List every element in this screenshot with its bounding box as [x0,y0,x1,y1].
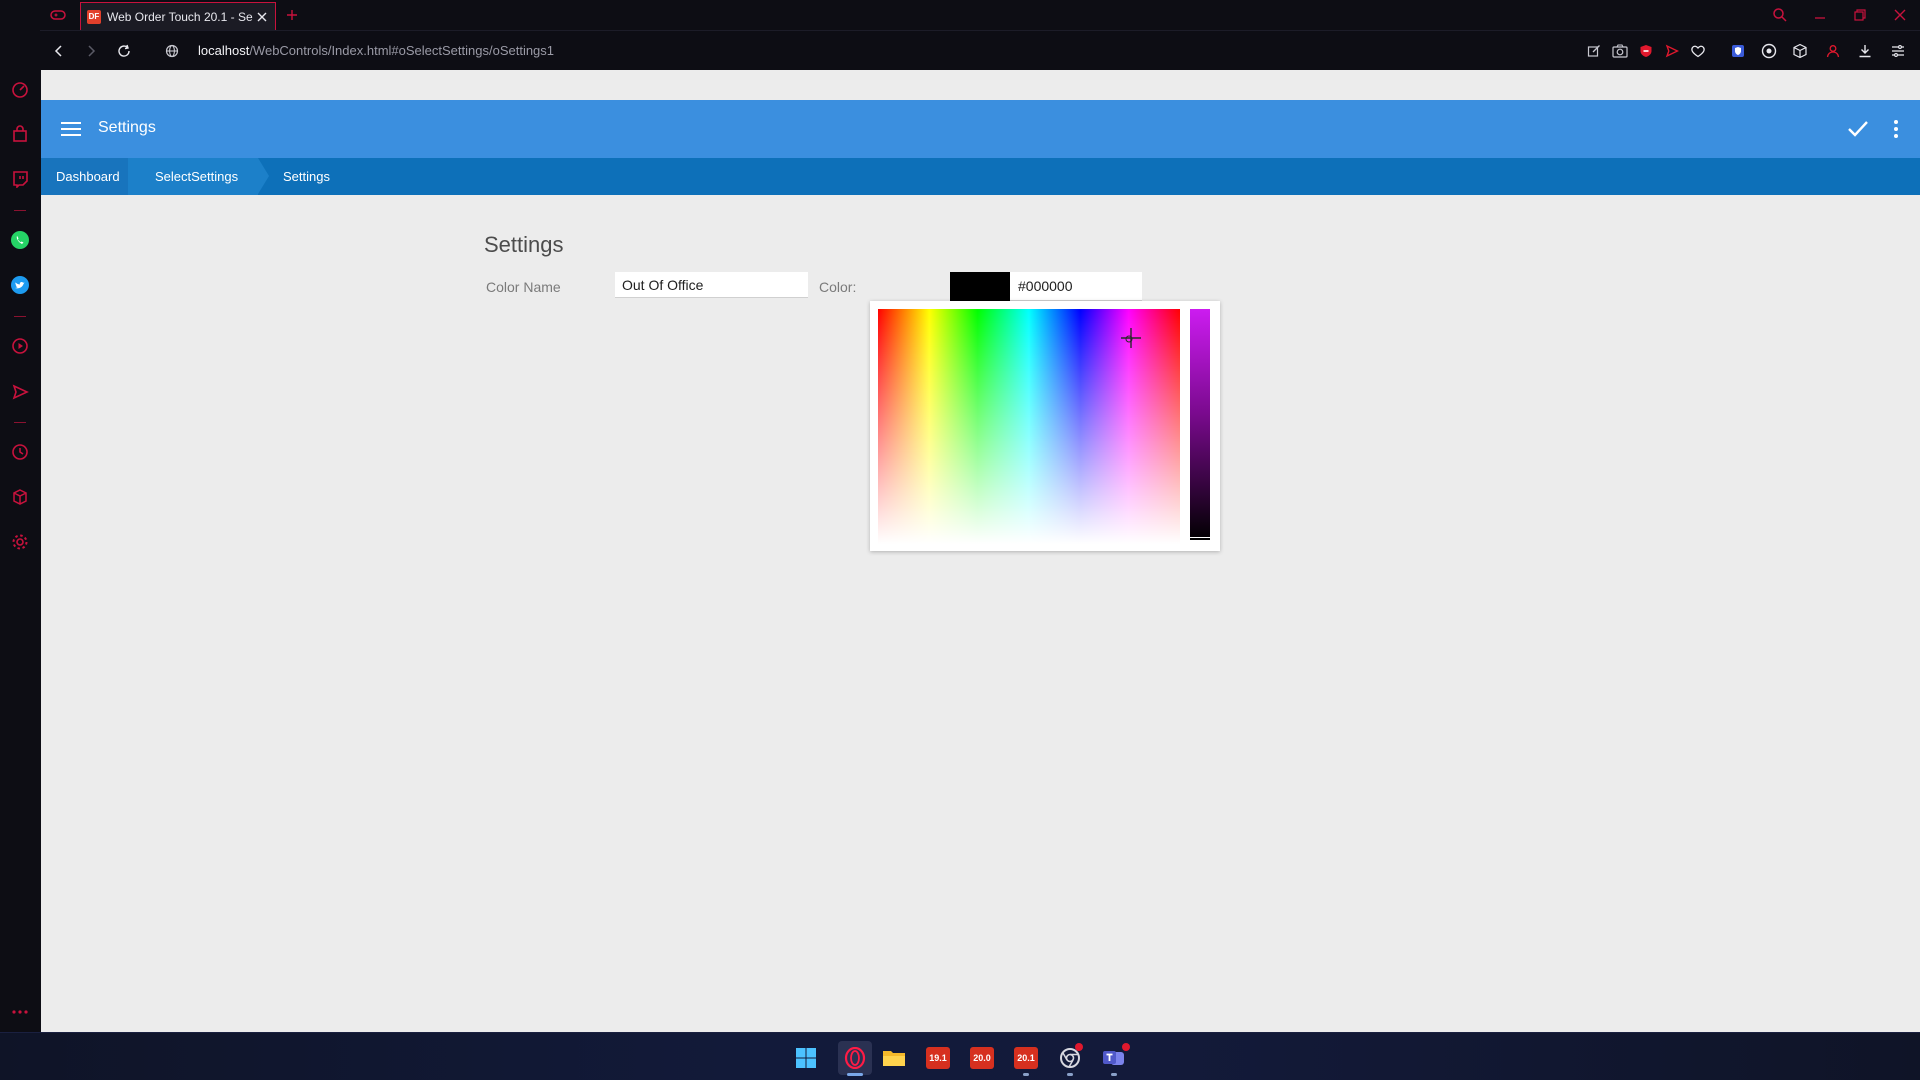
windows-start-icon[interactable] [793,1045,819,1071]
app-title: Settings [98,119,156,136]
twitter-icon[interactable] [9,274,31,296]
windows-taskbar: 19.1 20.0 20.1 [0,1032,1920,1080]
save-check-icon[interactable] [1846,117,1870,141]
active-app-indicator [847,1073,863,1076]
breadcrumb-item-dashboard[interactable]: Dashboard [41,158,128,195]
notification-dot [1075,1043,1083,1051]
color-swatch[interactable] [950,272,1010,301]
tab-title: Web Order Touch 20.1 - Se [107,9,253,24]
browser-address-bar: localhost/WebControls/Index.html#oSelect… [40,30,1920,70]
dataflex-20-label: 20.0 [970,1047,994,1069]
browser-tab-active[interactable]: DF Web Order Touch 20.1 - Se [80,2,276,30]
shopping-bag-icon[interactable] [9,123,31,145]
color-name-input[interactable]: Out Of Office [615,272,808,298]
speed-dial-icon[interactable] [9,79,31,101]
notification-dot [1122,1043,1130,1051]
player-icon[interactable] [9,335,31,357]
tab-favicon: DF [87,9,101,24]
color-hex-input[interactable]: #000000 [1010,272,1142,301]
color-label: Color: [819,279,857,295]
page-title: Settings [484,232,564,257]
app-header: Settings [41,100,1920,158]
sidebar-separator [14,316,26,317]
opera-taskbar-icon[interactable] [838,1041,872,1075]
dataflex-20-icon[interactable]: 20.0 [969,1045,995,1071]
extensions-box-icon[interactable] [1790,41,1810,61]
whatsapp-icon[interactable] [9,229,31,251]
reload-icon[interactable] [114,41,134,61]
crosshair-cursor-icon [1121,328,1141,348]
url-path: /WebControls/Index.html#oSelectSettings/… [249,43,555,58]
bookmark-heart-icon[interactable] [1688,41,1708,61]
color-name-label: Color Name [486,279,561,295]
dataflex-20-1-label: 20.1 [1014,1047,1038,1069]
restore-window-icon[interactable] [1850,5,1870,25]
history-clock-icon[interactable] [9,441,31,463]
snap-edit-icon[interactable] [1584,41,1604,61]
sidebar-separator [14,422,26,423]
breadcrumb-item-settings: Settings [283,169,330,184]
gamepad-icon[interactable] [48,5,68,25]
new-tab-plus-icon[interactable] [282,5,302,25]
running-app-indicator [1023,1073,1029,1076]
search-tabs-icon[interactable] [1770,5,1790,25]
brightness-slider[interactable] [1190,309,1210,541]
url-host: localhost [198,43,250,58]
forward-arrow-icon[interactable] [81,41,101,61]
vpn-extension-icon[interactable] [1759,41,1779,61]
breadcrumb-item-selectsettings[interactable]: SelectSettings [128,158,258,195]
back-arrow-icon[interactable] [49,41,69,61]
brightness-slider-handle[interactable] [1190,537,1210,541]
close-tab-icon[interactable] [253,8,271,26]
site-info-globe-icon[interactable] [162,41,182,61]
flow-send-icon[interactable] [1662,41,1682,61]
browser-tab-bar: DF Web Order Touch 20.1 - Se [0,0,1920,30]
breadcrumb: Dashboard SelectSettings Settings [41,158,1920,195]
opera-sidebar [0,0,40,1032]
twitch-icon[interactable] [9,168,31,190]
dataflex-19-label: 19.1 [926,1047,950,1069]
download-icon[interactable] [1855,41,1875,61]
file-explorer-icon[interactable] [881,1045,907,1071]
more-vertical-icon[interactable] [1886,117,1906,141]
hamburger-menu-icon[interactable] [59,118,83,140]
adblock-shield-icon[interactable] [1636,41,1656,61]
running-app-indicator [1067,1073,1073,1076]
more-dots-icon[interactable] [9,1001,31,1023]
running-app-indicator [1111,1073,1117,1076]
send-icon[interactable] [9,381,31,403]
easy-setup-menu-icon[interactable] [1888,41,1908,61]
password-extension-icon[interactable] [1728,41,1748,61]
url-field[interactable]: localhost/WebControls/Index.html#oSelect… [198,43,554,58]
settings-gear-icon[interactable] [9,531,31,553]
profile-icon[interactable] [1823,41,1843,61]
color-picker-popup [870,301,1220,551]
page-viewport: Settings Dashboard SelectSettings Settin… [41,70,1920,1032]
close-window-icon[interactable] [1890,5,1910,25]
camera-snapshot-icon[interactable] [1610,41,1630,61]
dataflex-19-icon[interactable]: 19.1 [925,1045,951,1071]
minimize-icon[interactable] [1810,5,1830,25]
extensions-cube-icon[interactable] [9,486,31,508]
dataflex-20-1-icon[interactable]: 20.1 [1013,1045,1039,1071]
sidebar-separator [14,210,26,211]
